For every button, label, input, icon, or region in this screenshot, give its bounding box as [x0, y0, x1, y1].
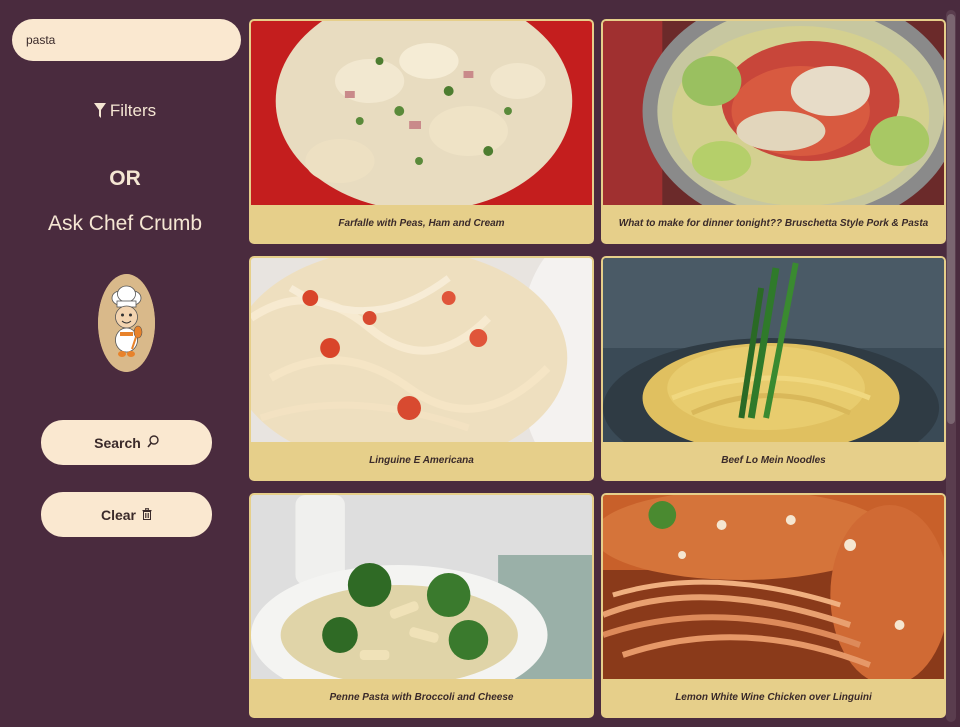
recipe-card[interactable]: What to make for dinner tonight?? Brusch…	[601, 19, 946, 244]
recipe-image	[251, 258, 592, 442]
recipe-card[interactable]: Beef Lo Mein Noodles	[601, 256, 946, 481]
search-button-label: Search	[94, 434, 141, 451]
clear-button-label: Clear	[100, 506, 137, 523]
sidebar: Filters OR Ask Chef Crumb Sear	[0, 0, 250, 727]
recipe-title: Penne Pasta with Broccoli and Cheese	[329, 692, 514, 703]
recipe-card[interactable]: Lemon White Wine Chicken over Linguini	[601, 493, 946, 718]
magnifier-icon	[147, 434, 159, 451]
clear-button[interactable]: Clear	[41, 492, 212, 537]
search-button[interactable]: Search	[41, 420, 212, 465]
recipe-image	[251, 21, 592, 205]
scrollbar-thumb[interactable]	[947, 14, 955, 424]
recipe-image	[603, 258, 944, 442]
recipe-title: Lemon White Wine Chicken over Linguini	[675, 692, 872, 703]
recipe-card[interactable]: Farfalle with Peas, Ham and Cream	[249, 19, 594, 244]
trash-icon	[142, 507, 152, 523]
filters-toggle[interactable]: Filters	[0, 96, 250, 126]
filters-label: Filters	[109, 101, 157, 120]
or-label: OR	[109, 167, 141, 190]
recipe-title: Beef Lo Mein Noodles	[721, 455, 826, 466]
recipe-title: Linguine E Americana	[369, 455, 474, 466]
recipe-image	[251, 495, 592, 679]
recipe-card[interactable]: Linguine E Americana	[249, 256, 594, 481]
chef-avatar-icon[interactable]	[98, 274, 155, 372]
funnel-icon	[93, 103, 106, 119]
recipe-title: Farfalle with Peas, Ham and Cream	[338, 218, 505, 229]
recipe-image	[603, 495, 944, 679]
recipe-title: What to make for dinner tonight?? Brusch…	[618, 218, 929, 229]
recipe-card[interactable]: Penne Pasta with Broccoli and Cheese	[249, 493, 594, 718]
search-input[interactable]	[12, 19, 241, 61]
ask-chef-label[interactable]: Ask Chef Crumb	[0, 212, 250, 236]
recipe-image	[603, 21, 944, 205]
